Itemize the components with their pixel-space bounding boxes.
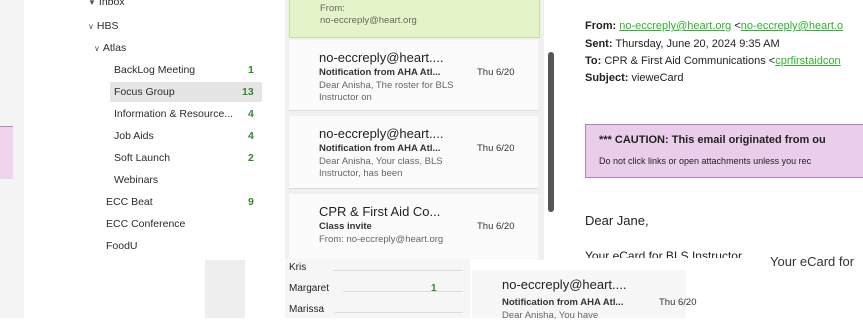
folder-margaret[interactable]: Margaret	[289, 283, 329, 294]
folder-label: Inbox	[98, 0, 125, 8]
folder-backlog-meeting[interactable]: BackLog Meeting 1	[110, 60, 266, 80]
unread-count: 1	[431, 283, 437, 294]
folder-inbox[interactable]: ▼ Inbox	[88, 0, 125, 12]
from-link-2[interactable]: no-eccreply@heart.o	[741, 20, 843, 32]
from-link[interactable]: no-eccreply@heart.org	[619, 20, 731, 32]
message-preview: Dear Anisha, You have	[502, 310, 599, 321]
from-label: From:	[585, 20, 617, 32]
unread-count: 2	[248, 152, 254, 164]
subject-value: vieweCard	[631, 72, 684, 84]
overlay-folder-pane: Kris Margaret 1 Marissa	[285, 258, 470, 318]
overlay-body-text: Your eCard for	[770, 254, 855, 269]
folder-ecc-conference[interactable]: ECC Conference	[102, 214, 266, 234]
message-sender: no-eccreply@heart....	[502, 277, 627, 292]
folder-focus-group[interactable]: Focus Group 13	[110, 82, 262, 102]
folder-ecc-beat[interactable]: ECC Beat 9	[102, 192, 266, 212]
message-preview: Dear Anisha, Your class, BLS Instructor,…	[319, 156, 443, 179]
folder-soft-launch[interactable]: Soft Launch 2	[110, 148, 266, 168]
unread-count: 4	[248, 130, 254, 142]
preview-from-label: From:	[320, 3, 345, 14]
to-link[interactable]: cprfirstaidcon	[775, 55, 840, 67]
folder-pane: ▼ Inbox ∨ HBS ∨ Atlas BackLog Meeting 1 …	[74, 0, 280, 258]
folder-label: BackLog Meeting	[114, 64, 196, 76]
unread-count: 1	[248, 64, 254, 76]
email-to-line: To: CPR & First Aid Communications <cprf…	[585, 55, 841, 67]
email-subject-line: Subject: vieweCard	[585, 72, 683, 84]
sent-label: Sent:	[585, 38, 613, 50]
message-item[interactable]: CPR & First Aid Co... Class invite Thu 6…	[289, 194, 538, 260]
folder-label: Webinars	[114, 174, 159, 186]
folder-foodu[interactable]: FoodU	[102, 236, 266, 256]
message-sender: no-eccreply@heart....	[319, 50, 444, 65]
folder-job-aids[interactable]: Job Aids 4	[110, 126, 266, 146]
divider	[335, 312, 463, 313]
message-preview: Dear Anisha, The roster for BLS Instruct…	[319, 80, 454, 103]
email-from-line: From: no-eccreply@heart.org <no-eccreply…	[585, 20, 843, 32]
folder-marissa[interactable]: Marissa	[289, 304, 324, 315]
message-date: Thu 6/20	[477, 143, 515, 154]
message-item[interactable]: no-eccreply@heart.... Notification from …	[289, 116, 538, 189]
message-date: Thu 6/20	[477, 67, 515, 78]
folder-label: Marissa	[289, 304, 325, 315]
folder-label: Job Aids	[114, 130, 154, 142]
overlay-gray-block	[205, 260, 245, 318]
message-list: From: no-eccreply@heart.org no-eccreply@…	[285, 0, 544, 260]
folder-kris[interactable]: Kris	[289, 262, 306, 273]
subject-label: Subject:	[585, 72, 629, 84]
unread-count: 13	[242, 86, 254, 98]
reading-pane: From: no-eccreply@heart.org <no-eccreply…	[563, 0, 863, 258]
message-item-partial[interactable]: From: no-eccreply@heart.org	[289, 0, 540, 38]
message-preview: From: no-eccreply@heart.org	[319, 234, 444, 245]
to-value: CPR & First Aid Communications <	[604, 55, 776, 67]
chevron-down-icon[interactable]: ∨	[88, 22, 94, 31]
email-greeting: Dear Jane,	[585, 213, 649, 228]
message-subject: Notification from AHA Atl...	[319, 67, 441, 78]
folder-label: HBS	[96, 20, 119, 32]
preview-from-value: no-eccreply@heart.org	[320, 15, 417, 26]
unread-count: 9	[248, 196, 254, 208]
email-sent-line: Sent: Thursday, June 20, 2024 9:35 AM	[585, 38, 780, 50]
email-body-text: Your eCard for BLS Instructor ......	[585, 249, 766, 258]
divider	[333, 270, 463, 271]
chevron-down-icon[interactable]: ▼	[88, 0, 96, 7]
unread-count: 4	[248, 108, 254, 120]
folder-label: FoodU	[106, 240, 138, 252]
sent-value: Thursday, June 20, 2024 9:35 AM	[615, 38, 780, 50]
chevron-down-icon[interactable]: ∨	[94, 44, 100, 53]
message-subject: Notification from AHA Atl...	[502, 297, 624, 308]
message-date: Thu 6/20	[477, 221, 515, 232]
folder-label: Focus Group	[114, 86, 175, 98]
left-highlight-strip	[0, 126, 13, 179]
folder-label: Atlas	[102, 42, 127, 54]
message-sender: no-eccreply@heart....	[319, 126, 444, 141]
overlay-message-item[interactable]: no-eccreply@heart.... Notification from …	[472, 270, 697, 321]
message-item[interactable]: no-eccreply@heart.... Notification from …	[289, 40, 538, 111]
divider	[343, 291, 463, 292]
message-subject: Notification from AHA Atl...	[319, 143, 441, 154]
message-list-scrollbar[interactable]	[548, 52, 554, 212]
folder-label: Kris	[289, 262, 307, 273]
folder-label: Margaret	[289, 283, 330, 294]
folder-hbs[interactable]: ∨ HBS	[88, 16, 118, 36]
message-sender: CPR & First Aid Co...	[319, 204, 441, 219]
folder-label: Information & Resource...	[114, 108, 234, 120]
caution-title: *** CAUTION: This email originated from …	[599, 134, 826, 146]
caution-text: Do not click links or open attachments u…	[599, 156, 812, 166]
folder-atlas[interactable]: ∨ Atlas	[94, 38, 126, 58]
folder-label: Soft Launch	[114, 152, 171, 164]
caution-banner: *** CAUTION: This email originated from …	[585, 124, 863, 178]
message-date: Thu 6/20	[659, 297, 697, 308]
message-subject: Class invite	[319, 221, 372, 232]
folder-label: ECC Beat	[106, 196, 153, 208]
folder-label: ECC Conference	[106, 218, 186, 230]
to-label: To:	[585, 55, 602, 67]
folder-webinars[interactable]: Webinars	[110, 170, 266, 190]
folder-information-resources[interactable]: Information & Resource... 4	[110, 104, 266, 124]
